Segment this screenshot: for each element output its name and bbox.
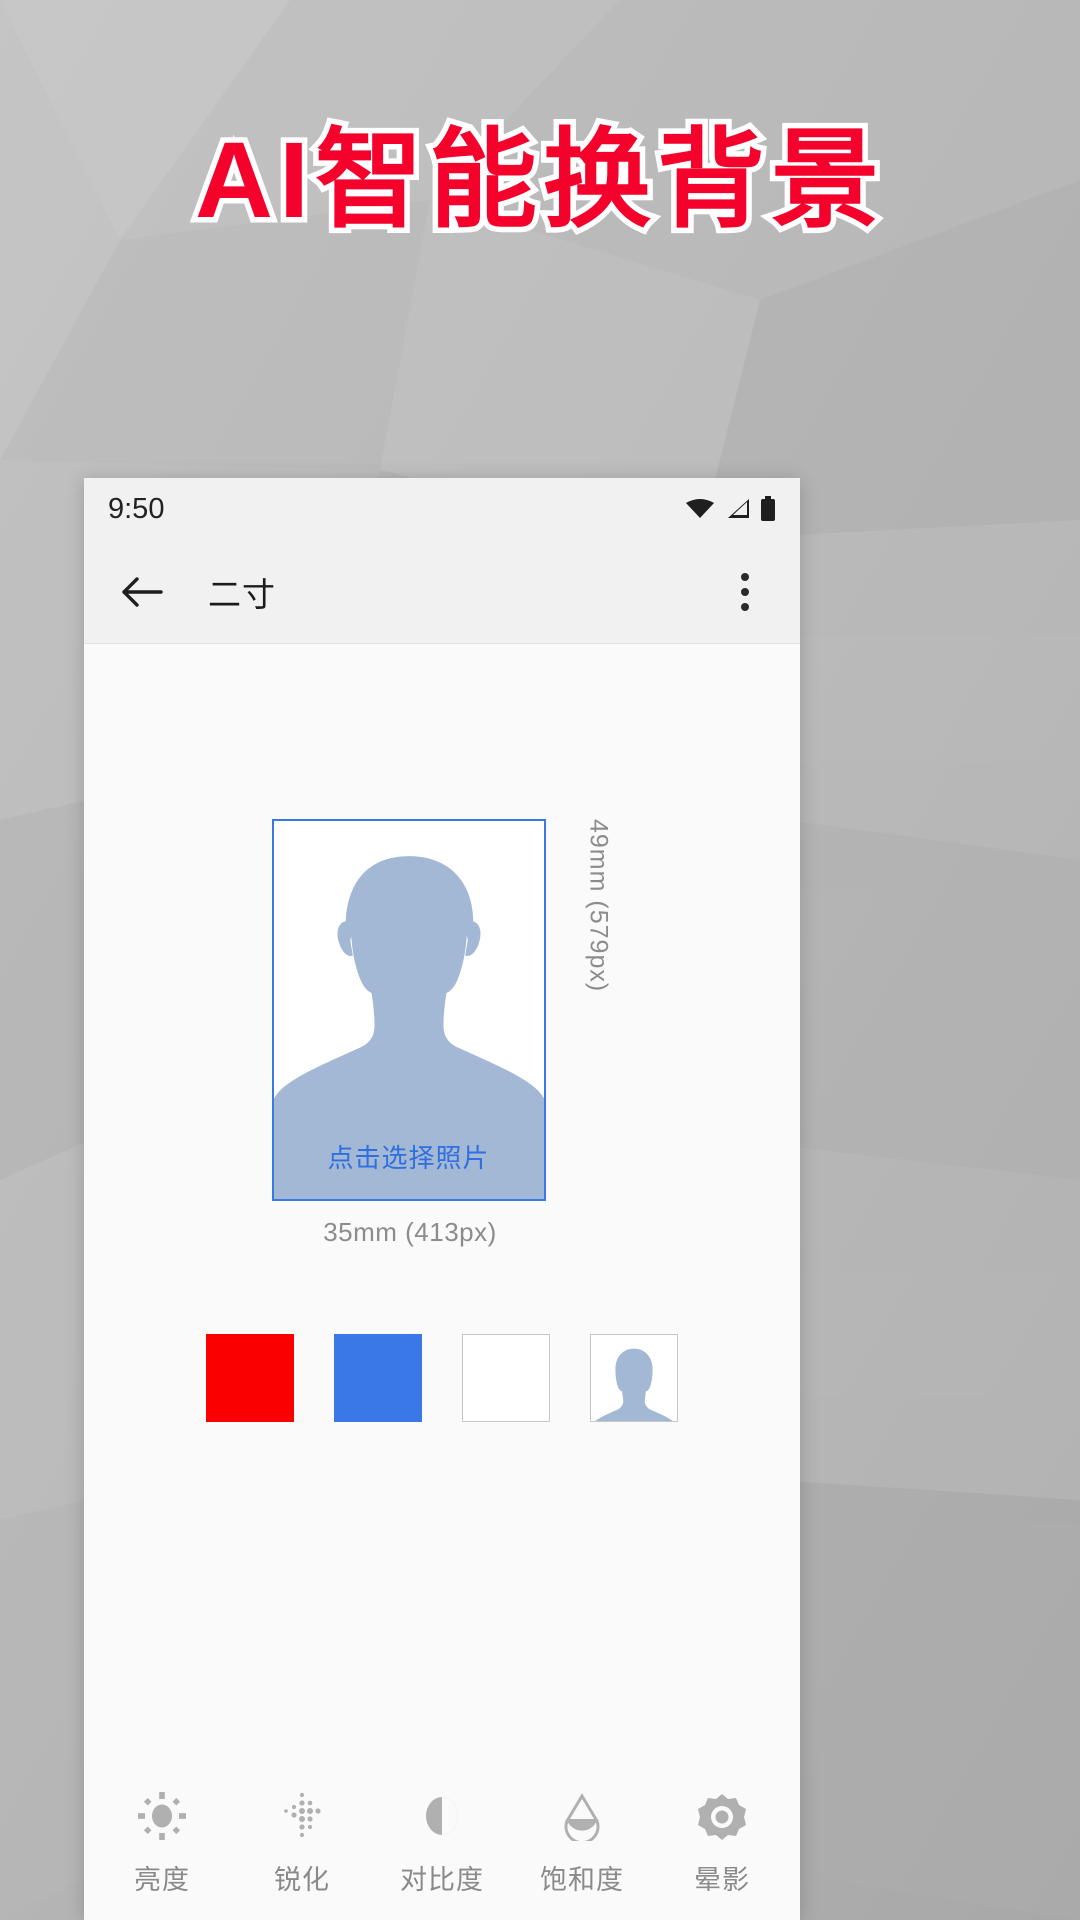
menu-dot (741, 572, 749, 581)
editor-canvas: 点击选择照片 49mm (579px) 35mm (413px) (84, 644, 800, 1772)
swatch-original[interactable] (590, 1334, 678, 1422)
sharpen-icon (277, 1790, 327, 1842)
contrast-icon (417, 1790, 467, 1842)
tool-contrast[interactable]: 对比度 (382, 1790, 502, 1897)
photo-frame-block: 点击选择照片 49mm (579px) 35mm (413px) (84, 819, 800, 1248)
menu-dot (741, 602, 749, 611)
phone-mockup: 9:50 二寸 点击选择照片 49mm (579px) 35mm (413px)… (84, 478, 800, 1920)
brightness-icon (137, 1790, 187, 1842)
saturation-icon (557, 1790, 607, 1842)
swatch-blue[interactable] (334, 1334, 422, 1422)
background-color-swatches (84, 1334, 800, 1422)
photo-frame-row: 点击选择照片 49mm (579px) (271, 819, 613, 1201)
battery-icon (761, 496, 775, 521)
wifi-icon (686, 499, 714, 518)
page-title: AI智能换背景 (189, 113, 885, 245)
signal-icon (728, 499, 749, 518)
menu-dot (741, 587, 749, 596)
tool-sharpen[interactable]: 锐化 (242, 1790, 362, 1897)
frame-width-label: 35mm (413px) (323, 1217, 497, 1247)
tool-label: 晕影 (694, 1864, 750, 1895)
back-arrow-icon[interactable] (110, 560, 174, 624)
app-toolbar: 二寸 (84, 540, 800, 644)
tool-label: 饱和度 (540, 1864, 624, 1895)
photo-frame[interactable]: 点击选择照片 (271, 819, 546, 1201)
overflow-menu-icon[interactable] (716, 560, 774, 624)
vignette-icon (697, 1790, 747, 1842)
frame-height-label: 49mm (579px) (584, 819, 613, 993)
edit-tools-bar: 亮度 锐化 对比度 饱和度 晕影 (84, 1772, 800, 1920)
status-icon-group (685, 496, 776, 522)
swatch-white[interactable] (462, 1334, 550, 1422)
select-photo-cta[interactable]: 点击选择照片 (274, 1138, 544, 1175)
tool-label: 锐化 (274, 1864, 330, 1895)
tool-label: 对比度 (400, 1864, 484, 1895)
status-time: 9:50 (108, 492, 165, 525)
tool-vignette[interactable]: 晕影 (662, 1790, 782, 1897)
person-silhouette-icon (595, 1348, 673, 1421)
tool-saturation[interactable]: 饱和度 (522, 1790, 642, 1897)
toolbar-title: 二寸 (208, 575, 276, 613)
swatch-red[interactable] (206, 1334, 294, 1422)
status-bar: 9:50 (84, 478, 800, 540)
tool-brightness[interactable]: 亮度 (102, 1790, 222, 1897)
tool-label: 亮度 (134, 1864, 190, 1895)
